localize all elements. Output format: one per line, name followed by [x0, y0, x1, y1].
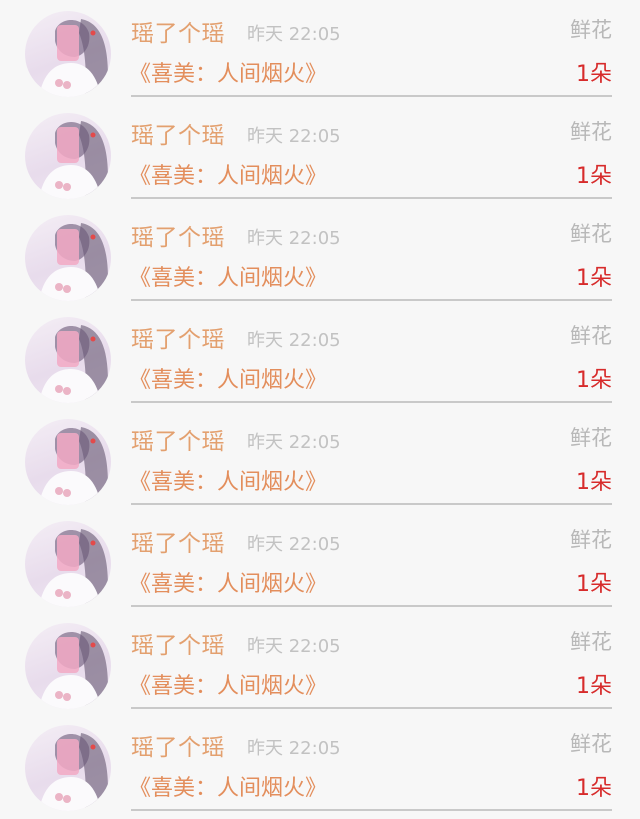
list-item[interactable]: 瑶了个瑶 昨天 22:05 鲜花 《喜美：人间烟火》 1朵	[0, 714, 640, 816]
gift-type: 鲜花	[570, 732, 612, 756]
list-item[interactable]: 瑶了个瑶 昨天 22:05 鲜花 《喜美：人间烟火》 1朵	[0, 0, 640, 102]
timestamp: 昨天 22:05	[247, 330, 341, 351]
row-divider	[131, 401, 612, 403]
list-item[interactable]: 瑶了个瑶 昨天 22:05 鲜花 《喜美：人间烟火》 1朵	[0, 510, 640, 612]
gift-count: 1朵	[576, 674, 612, 699]
user-name[interactable]: 瑶了个瑶	[131, 422, 225, 456]
avatar-image-icon	[39, 121, 108, 199]
gift-count: 1朵	[576, 164, 612, 189]
avatar-image-icon	[39, 631, 108, 709]
timestamp: 昨天 22:05	[247, 228, 341, 249]
gift-type: 鲜花	[570, 630, 612, 654]
gift-count: 1朵	[576, 572, 612, 597]
avatar-image-icon	[39, 733, 108, 811]
row-divider	[131, 707, 612, 709]
gift-count: 1朵	[576, 62, 612, 87]
user-name[interactable]: 瑶了个瑶	[131, 626, 225, 660]
avatar-image-icon	[39, 427, 108, 505]
work-title-link[interactable]: 《喜美：人间烟火》	[129, 260, 327, 292]
row-divider	[131, 95, 612, 97]
row-divider	[131, 299, 612, 301]
timestamp: 昨天 22:05	[247, 636, 341, 657]
gift-type: 鲜花	[570, 426, 612, 450]
avatar[interactable]	[25, 215, 111, 301]
list-item[interactable]: 瑶了个瑶 昨天 22:05 鲜花 《喜美：人间烟火》 1朵	[0, 408, 640, 510]
work-title-link[interactable]: 《喜美：人间烟火》	[129, 668, 327, 700]
list-item[interactable]: 瑶了个瑶 昨天 22:05 鲜花 《喜美：人间烟火》 1朵	[0, 204, 640, 306]
user-name[interactable]: 瑶了个瑶	[131, 14, 225, 48]
row-divider	[131, 197, 612, 199]
avatar[interactable]	[25, 11, 111, 97]
work-title-link[interactable]: 《喜美：人间烟火》	[129, 362, 327, 394]
avatar[interactable]	[25, 419, 111, 505]
gift-record-list: 瑶了个瑶 昨天 22:05 鲜花 《喜美：人间烟火》 1朵 瑶了个瑶 昨天 22…	[0, 0, 640, 819]
gift-type: 鲜花	[570, 222, 612, 246]
gift-type: 鲜花	[570, 18, 612, 42]
avatar-image-icon	[39, 223, 108, 301]
row-divider	[131, 503, 612, 505]
gift-count: 1朵	[576, 470, 612, 495]
row-divider	[131, 605, 612, 607]
gift-count: 1朵	[576, 776, 612, 801]
gift-count: 1朵	[576, 368, 612, 393]
work-title-link[interactable]: 《喜美：人间烟火》	[129, 566, 327, 598]
work-title-link[interactable]: 《喜美：人间烟火》	[129, 770, 327, 802]
gift-count: 1朵	[576, 266, 612, 291]
row-divider	[131, 809, 612, 811]
avatar[interactable]	[25, 113, 111, 199]
timestamp: 昨天 22:05	[247, 738, 341, 759]
timestamp: 昨天 22:05	[247, 432, 341, 453]
avatar[interactable]	[25, 521, 111, 607]
avatar[interactable]	[25, 317, 111, 403]
avatar[interactable]	[25, 725, 111, 811]
list-item[interactable]: 瑶了个瑶 昨天 22:05 鲜花 《喜美：人间烟火》 1朵	[0, 102, 640, 204]
list-item[interactable]: 瑶了个瑶 昨天 22:05 鲜花 《喜美：人间烟火》 1朵	[0, 306, 640, 408]
list-item[interactable]: 瑶了个瑶 昨天 22:05 鲜花 《喜美：人间烟火》 1朵	[0, 612, 640, 714]
user-name[interactable]: 瑶了个瑶	[131, 524, 225, 558]
avatar-image-icon	[39, 325, 108, 403]
gift-type: 鲜花	[570, 324, 612, 348]
work-title-link[interactable]: 《喜美：人间烟火》	[129, 464, 327, 496]
timestamp: 昨天 22:05	[247, 534, 341, 555]
work-title-link[interactable]: 《喜美：人间烟火》	[129, 56, 327, 88]
timestamp: 昨天 22:05	[247, 126, 341, 147]
user-name[interactable]: 瑶了个瑶	[131, 116, 225, 150]
user-name[interactable]: 瑶了个瑶	[131, 728, 225, 762]
gift-type: 鲜花	[570, 528, 612, 552]
user-name[interactable]: 瑶了个瑶	[131, 218, 225, 252]
user-name[interactable]: 瑶了个瑶	[131, 320, 225, 354]
avatar-image-icon	[39, 529, 108, 607]
gift-type: 鲜花	[570, 120, 612, 144]
avatar[interactable]	[25, 623, 111, 709]
timestamp: 昨天 22:05	[247, 24, 341, 45]
avatar-image-icon	[39, 19, 108, 97]
work-title-link[interactable]: 《喜美：人间烟火》	[129, 158, 327, 190]
